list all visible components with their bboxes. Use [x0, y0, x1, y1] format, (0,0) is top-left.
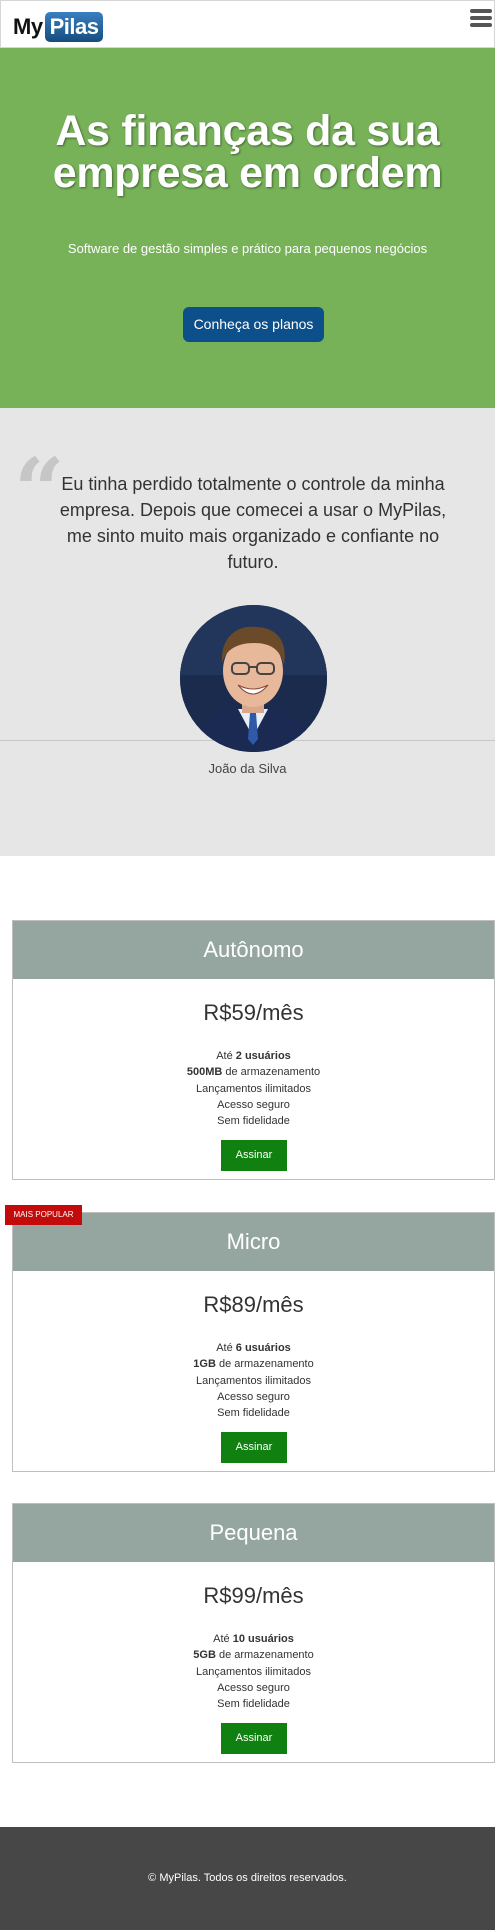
- plan-name: Autônomo: [13, 921, 494, 979]
- feature-security: Acesso seguro: [217, 1681, 290, 1694]
- feature-entries: Lançamentos ilimitados: [196, 1665, 311, 1678]
- footer-copyright: © MyPilas. Todos os direitos reservados.: [148, 1872, 347, 1884]
- logo[interactable]: My Pilas: [13, 12, 104, 42]
- most-popular-badge: MAIS POPULAR: [5, 1205, 82, 1225]
- feature-storage: 500MB de armazenamento: [186, 1066, 321, 1079]
- subscribe-button[interactable]: Assinar: [221, 1432, 287, 1463]
- feature-storage: 1GB de armazenamento: [193, 1358, 314, 1371]
- plan-price: R$99/mês: [203, 1583, 304, 1608]
- feature-entries: Lançamentos ilimitados: [196, 1082, 311, 1095]
- hero-subtitle: Software de gestão simples e prático par…: [67, 241, 428, 256]
- avatar: [180, 605, 327, 752]
- hamburger-menu-icon[interactable]: [470, 9, 492, 31]
- plan-features: Até 10 usuários 5GB de armazenamento Lan…: [13, 1631, 494, 1712]
- feature-security: Acesso seguro: [217, 1098, 290, 1111]
- plan-card-autonomo: Autônomo R$59/mês Até 2 usuários 500MB d…: [12, 920, 495, 1180]
- logo-pilas-text: Pilas: [44, 12, 104, 42]
- plan-card-micro: Micro R$89/mês Até 6 usuários 1GB de arm…: [12, 1212, 495, 1472]
- feature-users: Até 6 usuários: [216, 1342, 291, 1354]
- plan-features: Até 6 usuários 1GB de armazenamento Lanç…: [13, 1340, 494, 1421]
- testimonial-quote: Eu tinha perdido totalmente o controle d…: [59, 474, 447, 572]
- hero-title-line1: As finanças da sua: [55, 107, 440, 155]
- feature-users: Até 10 usuários: [213, 1633, 294, 1645]
- subscribe-button[interactable]: Assinar: [221, 1723, 287, 1754]
- plan-price: R$59/mês: [203, 1000, 304, 1025]
- feature-no-commitment: Sem fidelidade: [217, 1115, 290, 1128]
- see-plans-button[interactable]: Conheça os planos: [183, 307, 324, 342]
- plan-name: Pequena: [13, 1504, 494, 1562]
- plan-price: R$89/mês: [203, 1292, 304, 1317]
- testimonial-author: João da Silva: [208, 761, 287, 776]
- feature-entries: Lançamentos ilimitados: [196, 1374, 311, 1387]
- plan-features: Até 2 usuários 500MB de armazenamento La…: [13, 1048, 494, 1129]
- hero-title-line2: empresa em ordem: [52, 149, 443, 197]
- testimonial-section: “ Eu tinha perdido totalmente o controle…: [0, 408, 495, 856]
- feature-no-commitment: Sem fidelidade: [217, 1698, 290, 1711]
- hero-section: As finanças da sua empresa em ordem Soft…: [0, 48, 495, 408]
- feature-no-commitment: Sem fidelidade: [217, 1407, 290, 1420]
- feature-users: Até 2 usuários: [216, 1050, 291, 1062]
- hero-title: As finanças da sua empresa em ordem: [0, 107, 495, 197]
- site-footer: © MyPilas. Todos os direitos reservados.: [0, 1827, 495, 1930]
- logo-my-text: My: [13, 14, 43, 39]
- feature-security: Acesso seguro: [217, 1390, 290, 1403]
- site-header: My Pilas: [0, 0, 495, 48]
- subscribe-button[interactable]: Assinar: [221, 1140, 287, 1171]
- plan-card-pequena: Pequena R$99/mês Até 10 usuários 5GB de …: [12, 1503, 495, 1763]
- plan-name: Micro: [13, 1213, 494, 1271]
- feature-storage: 5GB de armazenamento: [193, 1649, 314, 1662]
